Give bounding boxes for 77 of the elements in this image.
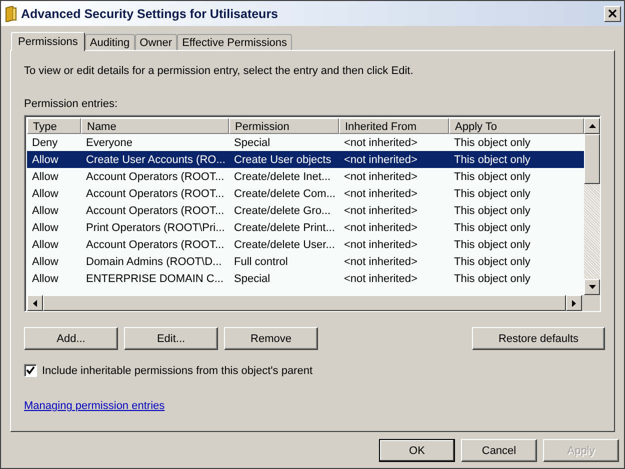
table-cell-text: <not inherited> [343, 272, 418, 284]
table-cell-text: Create/delete Inet... [233, 170, 332, 182]
column-header[interactable]: Name [81, 118, 229, 134]
table-cell-text: This object only [453, 238, 532, 250]
table-cell-text: This object only [453, 188, 532, 200]
table-cell-text: <not inherited> [343, 136, 418, 148]
table-cell-text: Allow [31, 188, 60, 200]
table-cell-text: Create/delete Gro... [233, 204, 332, 216]
table-cell-text: Create User Accounts (RO... [85, 154, 226, 166]
table-cell-text: <not inherited> [343, 154, 418, 166]
table-cell-text: Create/delete Com... [233, 188, 336, 200]
tab[interactable]: Owner [134, 34, 178, 50]
table-cell-text: Domain Admins (ROOT\D... [85, 256, 223, 268]
action-button[interactable]: Add... [24, 327, 118, 350]
column-header[interactable]: Apply To [449, 118, 584, 134]
table-cell-text: Allow [31, 204, 60, 216]
table-cell-text: Full control [233, 256, 289, 268]
table-cell-text: Account Operators (ROOT... [85, 188, 226, 200]
table-cell-text: Allow [31, 256, 60, 268]
table-cell-text: Create/delete Print... [233, 222, 336, 234]
close-button[interactable] [604, 6, 621, 22]
table-cell-text: Special [233, 136, 272, 148]
table-cell-text: Special [233, 272, 272, 284]
instruction-text: To view or edit details for a permission entry, select the entry and then click Edit. [24, 65, 414, 77]
table-cell-text: Allow [31, 170, 60, 182]
window-title: Advanced Security Settings for Utilisateurs [21, 6, 280, 20]
table-cell-text: <not inherited> [343, 256, 418, 268]
action-button[interactable]: Remove [224, 327, 318, 350]
down-arrow-icon [588, 285, 596, 289]
table-cell-text: Everyone [85, 136, 134, 148]
right-arrow-icon [572, 300, 576, 306]
table-cell-text: This object only [453, 204, 532, 216]
up-arrow-icon [588, 124, 596, 128]
table-cell-text: Account Operators (ROOT... [85, 204, 226, 216]
table-cell-text: <not inherited> [343, 204, 418, 216]
table-cell-text: This object only [453, 256, 532, 268]
table-cell-text: Create User objects [233, 154, 332, 166]
close-icon [608, 9, 617, 18]
checkbox-label: Include inheritable permissions from this object's parent [42, 364, 313, 376]
table-cell-text: <not inherited> [343, 222, 418, 234]
dialog-button[interactable]: OK [379, 439, 455, 462]
list-label: Permission entries: [24, 98, 119, 110]
table-cell-text: Account Operators (ROOT... [85, 170, 226, 182]
column-header[interactable]: Inherited From [339, 118, 449, 134]
table-cell-text: This object only [453, 170, 532, 182]
table-cell-text: <not inherited> [343, 238, 418, 250]
table-cell-text: Allow [31, 222, 60, 234]
table-cell-text: This object only [453, 136, 532, 148]
restore-defaults-button[interactable]: Restore defaults [472, 327, 605, 350]
table-cell-text: This object only [453, 272, 532, 284]
dialog-button[interactable]: Cancel [461, 439, 537, 462]
column-header[interactable]: Permission [229, 118, 339, 134]
action-button[interactable]: Edit... [124, 327, 218, 350]
tab[interactable]: Permissions [11, 32, 85, 51]
table-cell-text: Allow [31, 272, 60, 284]
checkbox[interactable] [24, 364, 37, 377]
table-cell-text: Account Operators (ROOT... [85, 238, 226, 250]
table-cell-text: Print Operators (ROOT\Pri... [85, 222, 226, 234]
left-arrow-icon [33, 300, 37, 306]
table-cell-text: <not inherited> [343, 188, 418, 200]
help-link[interactable]: Managing permission entries [24, 400, 165, 412]
column-header[interactable]: Type [27, 118, 81, 134]
tab[interactable]: Auditing [84, 34, 135, 50]
table-cell-text: Allow [31, 238, 60, 250]
table-cell-text: ENTERPRISE DOMAIN C... [85, 272, 225, 284]
folder-icon [5, 6, 17, 22]
scrollbar-corner [582, 295, 600, 311]
vertical-scrollbar[interactable] [584, 118, 600, 295]
table-cell-text: <not inherited> [343, 170, 418, 182]
scroll-thumb[interactable] [584, 134, 600, 184]
selected-row[interactable]: Allow Create User Accounts (RO... Create User objects <not inherited> This object only [27, 151, 584, 168]
table-cell-text: Deny [31, 136, 59, 148]
table-cell-text: This object only [453, 222, 532, 234]
table-cell-text: Allow [31, 154, 60, 166]
tab[interactable]: Effective Permissions [177, 34, 292, 50]
table-cell-text: This object only [453, 154, 532, 166]
table-cell-text: Create/delete User... [233, 238, 336, 250]
